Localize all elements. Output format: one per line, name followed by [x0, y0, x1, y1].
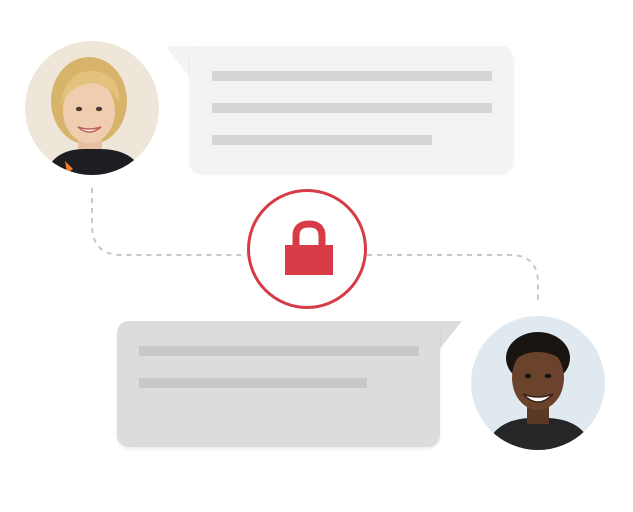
message-placeholder-line [212, 71, 492, 81]
message-placeholder-line [212, 103, 492, 113]
avatar-sender [25, 41, 159, 175]
avatar-recipient [471, 316, 605, 450]
avatar-woman-icon [25, 41, 159, 175]
avatar-man-icon [471, 316, 605, 450]
encryption-badge [247, 189, 367, 309]
message-placeholder-line [139, 378, 367, 388]
lock-icon [285, 220, 333, 275]
message-placeholder-line [139, 346, 419, 356]
encrypted-chat-illustration [0, 0, 633, 512]
message-placeholder-line [212, 135, 432, 145]
message-bubble-sender [190, 46, 513, 172]
message-bubble-recipient [117, 321, 440, 447]
